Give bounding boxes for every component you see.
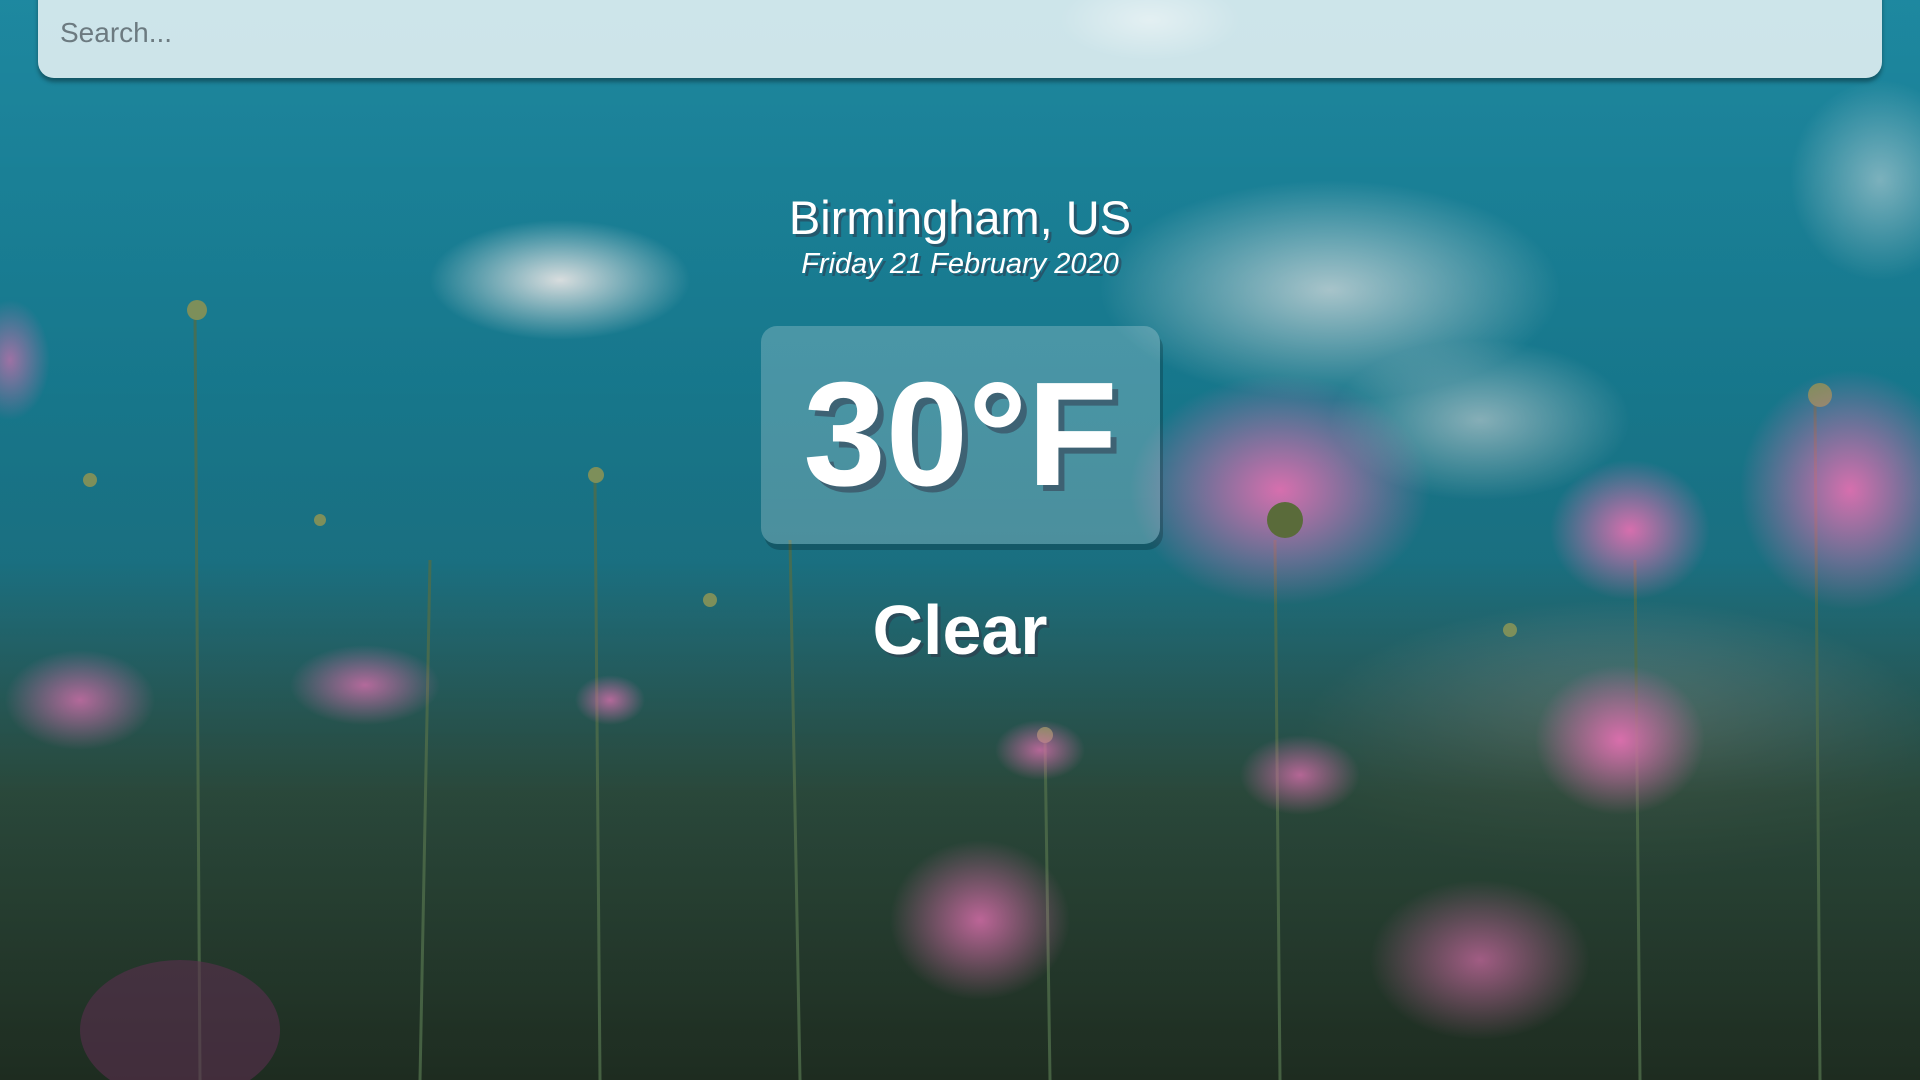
location-name: Birmingham, US (788, 191, 1132, 244)
temperature-box: 30°F (761, 326, 1160, 544)
search-bar[interactable] (38, 0, 1882, 78)
search-input[interactable] (58, 12, 1862, 54)
current-date: Friday 21 February 2020 (801, 248, 1119, 280)
location-box: Birmingham, US Friday 21 February 2020 (0, 190, 1920, 282)
weather-condition: Clear (872, 591, 1048, 669)
temperature-value: 30°F (803, 352, 1118, 517)
